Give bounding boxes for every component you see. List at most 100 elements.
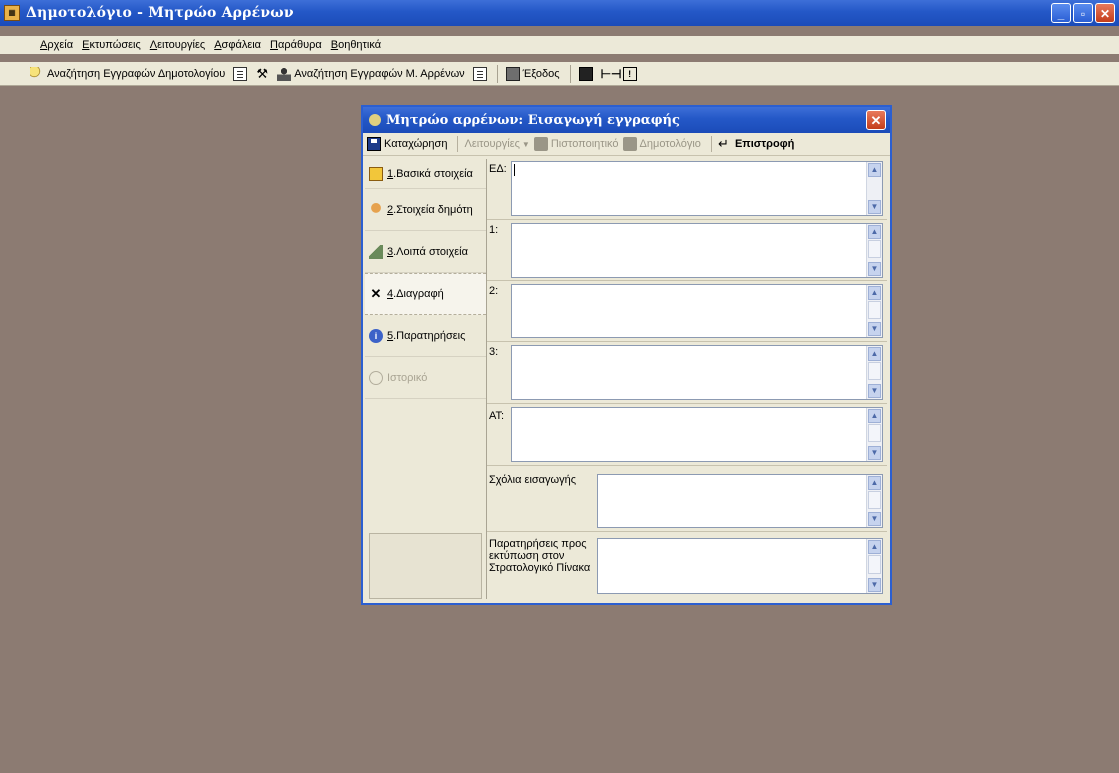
- notes-textarea[interactable]: ▲ ▼: [597, 538, 883, 594]
- save-button[interactable]: Καταχώρηση: [367, 137, 447, 151]
- chevron-down-icon: ▼: [521, 139, 530, 149]
- field-2-scrollbar[interactable]: ▲ ▼: [866, 285, 882, 337]
- record-form: ΕΔ: ▲ ▼ 1: ▲ ▼ 2: ▲ ▼ 3: ▲ ▼ ΑΤ: ▲ ▼ Σχό…: [487, 159, 887, 599]
- toolbar-separator: [496, 64, 498, 83]
- page-icon[interactable]: [233, 66, 248, 81]
- scroll-track[interactable]: [868, 361, 881, 381]
- page-icon-2[interactable]: [472, 66, 487, 81]
- dialog-sidebar: 1 .Βασικά στοιχεία 2 .Στοιχεία δημότη 3 .Λο…: [365, 159, 487, 599]
- field-1-scrollbar[interactable]: ▲ ▼: [866, 224, 882, 277]
- scroll-down-arrow[interactable]: ▼: [868, 200, 881, 214]
- scroll-up-arrow[interactable]: ▲: [868, 225, 881, 239]
- person-icon: [369, 202, 383, 217]
- toolbar-separator-2: [569, 64, 571, 83]
- field-3-textarea[interactable]: ▲ ▼: [511, 345, 883, 400]
- close-button[interactable]: ✕: [1095, 3, 1115, 23]
- functions-label: Λειτουργίες: [464, 138, 520, 150]
- tab-other[interactable]: 3 .Λοιπά στοιχεία: [365, 231, 486, 273]
- text-caret: [514, 164, 515, 176]
- dialog-close-button[interactable]: ✕: [866, 110, 886, 130]
- at-scrollbar[interactable]: ▲ ▼: [866, 408, 882, 461]
- field-comments: Σχόλια εισαγωγής ▲ ▼: [487, 466, 887, 530]
- comments-textarea[interactable]: ▲ ▼: [597, 474, 883, 528]
- back-button[interactable]: ↵ Επιστροφή: [718, 137, 794, 151]
- scroll-up-arrow[interactable]: ▲: [868, 476, 881, 490]
- printer-icon: [533, 137, 548, 151]
- scroll-up-arrow[interactable]: ▲: [868, 347, 881, 361]
- save-icon: [367, 137, 381, 151]
- app-title: Δημοτολόγιο - Μητρώο Αρρένων: [26, 5, 294, 21]
- scroll-track[interactable]: [868, 239, 881, 259]
- main-toolbar: Αναζήτηση Εγγραφών Δημοτολογίου ⚒ Αναζήτ…: [0, 62, 1119, 86]
- scroll-track[interactable]: [868, 490, 881, 509]
- menu-functions[interactable]: Λειτουργίες: [150, 39, 205, 51]
- tab-history[interactable]: Ιστορικό: [365, 357, 486, 399]
- scroll-down-arrow[interactable]: ▼: [868, 384, 881, 398]
- scroll-down-arrow[interactable]: ▼: [868, 512, 881, 526]
- scroll-down-arrow[interactable]: ▼: [868, 578, 881, 592]
- functions-dropdown[interactable]: Λειτουργίες ▼: [464, 138, 529, 150]
- field-1-textarea[interactable]: ▲ ▼: [511, 223, 883, 278]
- scroll-up-arrow[interactable]: ▲: [868, 163, 881, 177]
- save-label: Καταχώρηση: [384, 138, 448, 150]
- tab-history-label: Ιστορικό: [387, 371, 428, 384]
- folder-icon: [369, 166, 383, 181]
- minimize-button[interactable]: _: [1051, 3, 1071, 23]
- scroll-track[interactable]: [868, 555, 881, 575]
- scroll-down-arrow[interactable]: ▼: [868, 262, 881, 276]
- restore-button[interactable]: ▫: [1073, 3, 1093, 23]
- comments-scrollbar[interactable]: ▲ ▼: [866, 475, 882, 527]
- field-3: 3: ▲ ▼: [487, 342, 887, 402]
- scroll-up-arrow[interactable]: ▲: [868, 409, 881, 423]
- notes-scrollbar[interactable]: ▲ ▼: [866, 539, 882, 593]
- menu-security[interactable]: Ασφάλεια: [214, 39, 261, 51]
- tab-basic[interactable]: 1 .Βασικά στοιχεία: [365, 159, 486, 189]
- exit-icon: [505, 66, 520, 81]
- tools-icon[interactable]: ⚒: [255, 66, 269, 81]
- back-arrow-icon: ↵: [717, 136, 729, 151]
- exit-button[interactable]: Έξοδος: [505, 66, 560, 81]
- info-icon[interactable]: !: [622, 66, 637, 81]
- scroll-track[interactable]: [868, 300, 881, 319]
- dialog-icon: [369, 114, 381, 126]
- search-dimotologio-button[interactable]: Αναζήτηση Εγγραφών Δημοτολογίου: [30, 66, 225, 81]
- sidebar-info-box: [369, 533, 482, 599]
- records-icon: [622, 137, 637, 151]
- certificate-button[interactable]: Πιστοποιητικό: [533, 137, 619, 151]
- info-circle-icon: i: [369, 328, 383, 343]
- at-textarea[interactable]: ▲ ▼: [511, 407, 883, 462]
- dimotologio-button[interactable]: Δημοτολόγιο: [622, 137, 701, 151]
- field-1: 1: ▲ ▼: [487, 220, 887, 280]
- scroll-down-arrow[interactable]: ▼: [868, 446, 881, 460]
- field-3-scrollbar[interactable]: ▲ ▼: [866, 346, 882, 399]
- tab-deletion-label: .Διαγραφή: [393, 288, 444, 300]
- tab-notes[interactable]: i 5 .Παρατηρήσεις: [365, 315, 486, 357]
- dialog-titlebar: Μητρώο αρρένων: Εισαγωγή εγγραφής ✕: [363, 107, 890, 133]
- tile-icon[interactable]: ⊢⊣: [601, 67, 622, 81]
- menu-windows[interactable]: Παράθυρα: [270, 39, 322, 51]
- scroll-up-arrow[interactable]: ▲: [868, 286, 881, 300]
- scroll-down-arrow[interactable]: ▼: [868, 322, 881, 336]
- tab-deletion[interactable]: ✕ 4 .Διαγραφή: [365, 273, 486, 315]
- field-ed-label: ΕΔ:: [489, 163, 507, 175]
- scroll-track[interactable]: [868, 423, 881, 443]
- field-2-textarea[interactable]: ▲ ▼: [511, 284, 883, 338]
- menu-prints[interactable]: Εκτυπώσεις: [82, 39, 141, 51]
- menu-bar: Αρχεία Εκτυπώσεις Λειτουργίες Ασφάλεια Π…: [0, 36, 1119, 54]
- ed-scrollbar[interactable]: ▲ ▼: [866, 162, 882, 215]
- field-comments-label: Σχόλια εισαγωγής: [489, 474, 577, 486]
- scroll-up-arrow[interactable]: ▲: [868, 540, 881, 554]
- dialog-title: Μητρώο αρρένων: Εισαγωγή εγγραφής: [386, 112, 680, 128]
- window-icon[interactable]: [578, 66, 593, 81]
- certificate-label: Πιστοποιητικό: [550, 138, 619, 150]
- search-mitroo-button[interactable]: Αναζήτηση Εγγραφών Μ. Αρρένων: [277, 66, 465, 81]
- menu-files[interactable]: Αρχεία: [40, 39, 73, 51]
- document-icon: [369, 244, 383, 259]
- menu-utilities[interactable]: Βοηθητικά: [331, 39, 381, 51]
- ed-textarea[interactable]: ▲ ▼: [511, 161, 883, 216]
- delete-x-icon: ✕: [370, 286, 382, 301]
- field-notes: Παρατηρήσεις προς εκτύπωση στον Στρατολο…: [487, 532, 887, 598]
- search-key-icon: [30, 66, 44, 81]
- tab-citizen[interactable]: 2 .Στοιχεία δημότη: [365, 189, 486, 231]
- tab-basic-label: .Βασικά στοιχεία: [393, 167, 473, 180]
